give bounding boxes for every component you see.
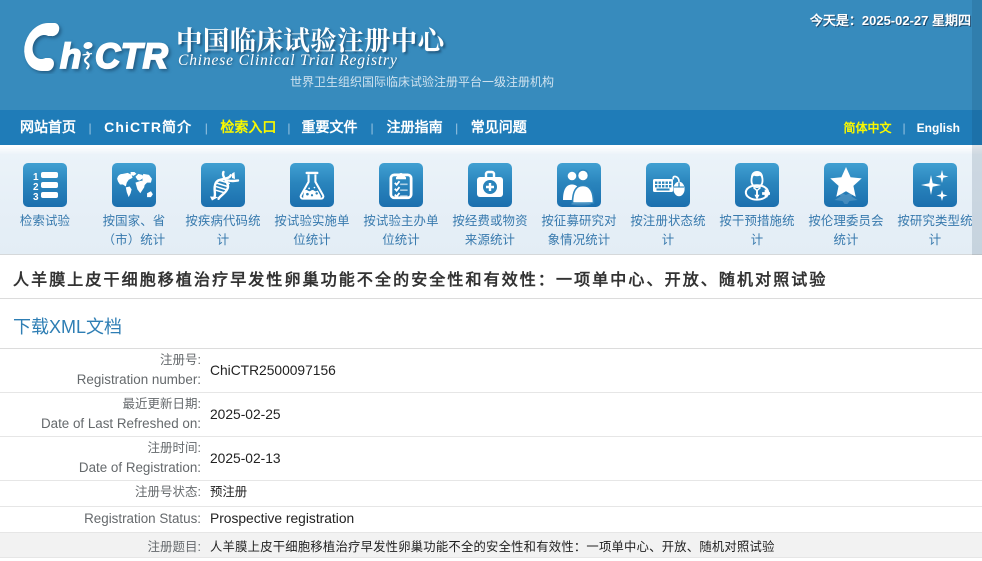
svg-text:h: h — [60, 37, 81, 74]
svg-text:CTR: CTR — [95, 37, 169, 74]
svg-text:3: 3 — [33, 192, 39, 200]
